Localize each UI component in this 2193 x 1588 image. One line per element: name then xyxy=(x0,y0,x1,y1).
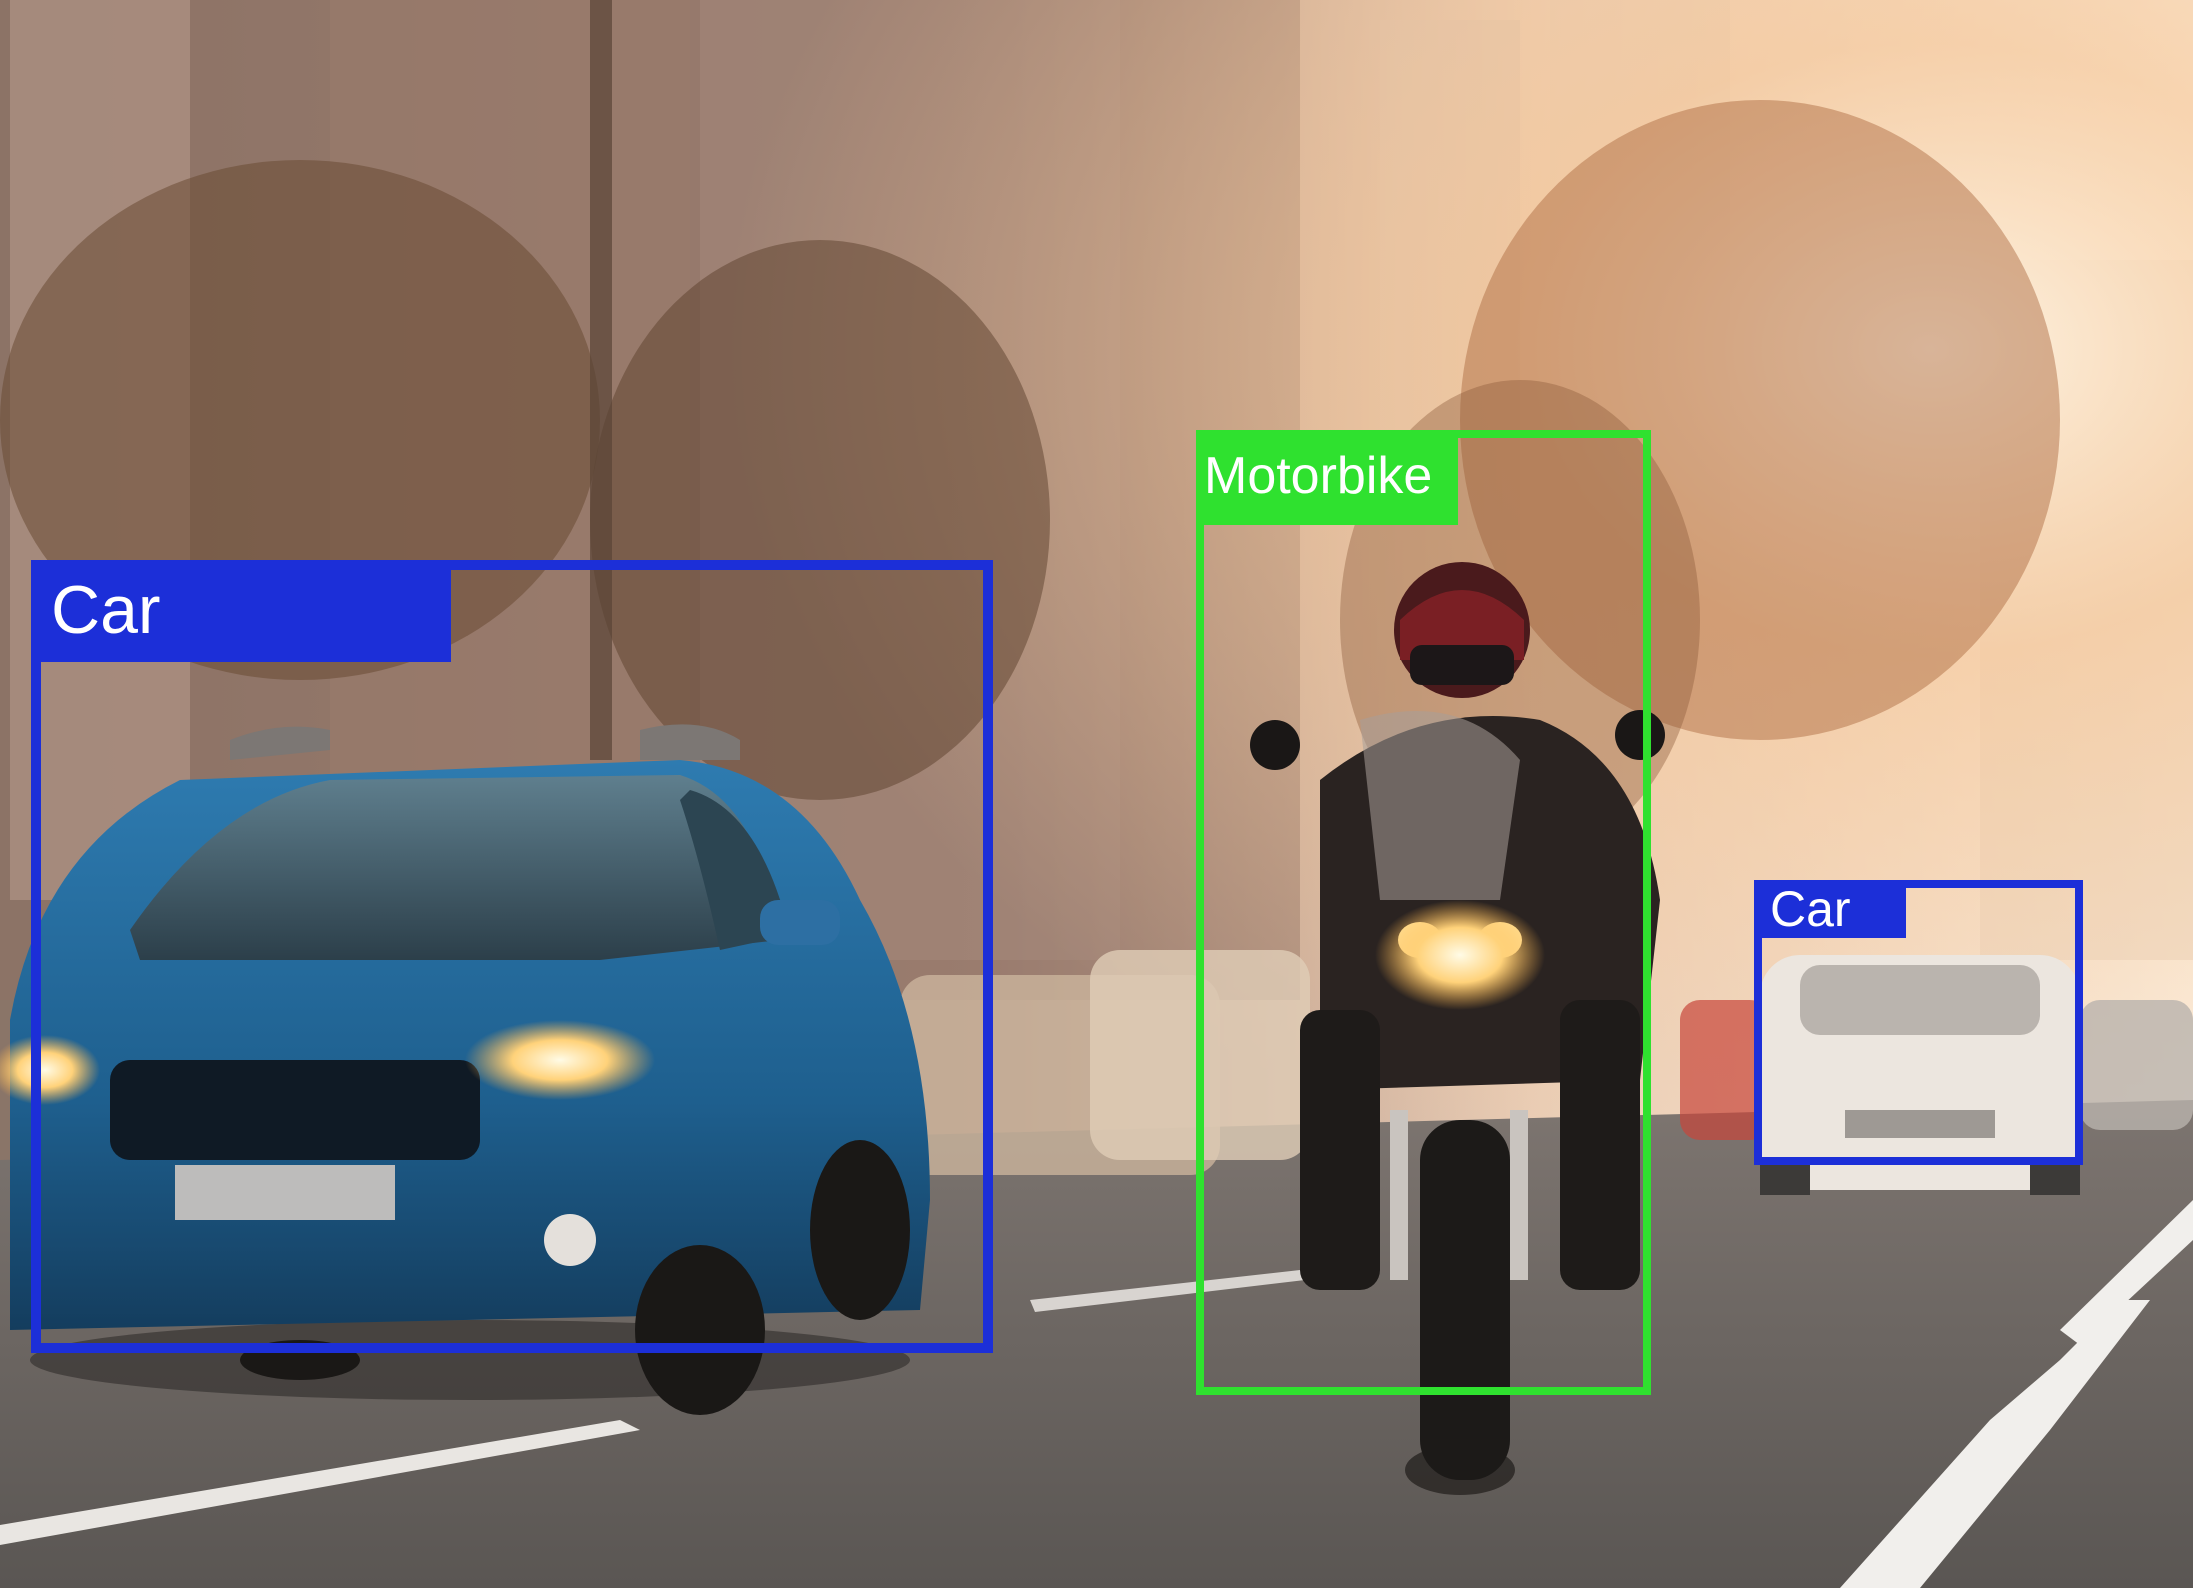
car-label-text: Car xyxy=(51,572,161,648)
motorbike-label-text: Motorbike xyxy=(1204,447,1433,505)
far-car-label-text: Car xyxy=(1770,881,1851,937)
detection-canvas: Car Motorbike Car xyxy=(0,0,2193,1588)
far-car-label-tag: Car xyxy=(1754,880,1906,938)
motorbike-label-tag: Motorbike xyxy=(1196,430,1458,525)
motorbike-bounding-box xyxy=(1196,430,1651,1395)
car-label-tag: Car xyxy=(31,560,451,662)
car-bounding-box xyxy=(31,560,993,1353)
